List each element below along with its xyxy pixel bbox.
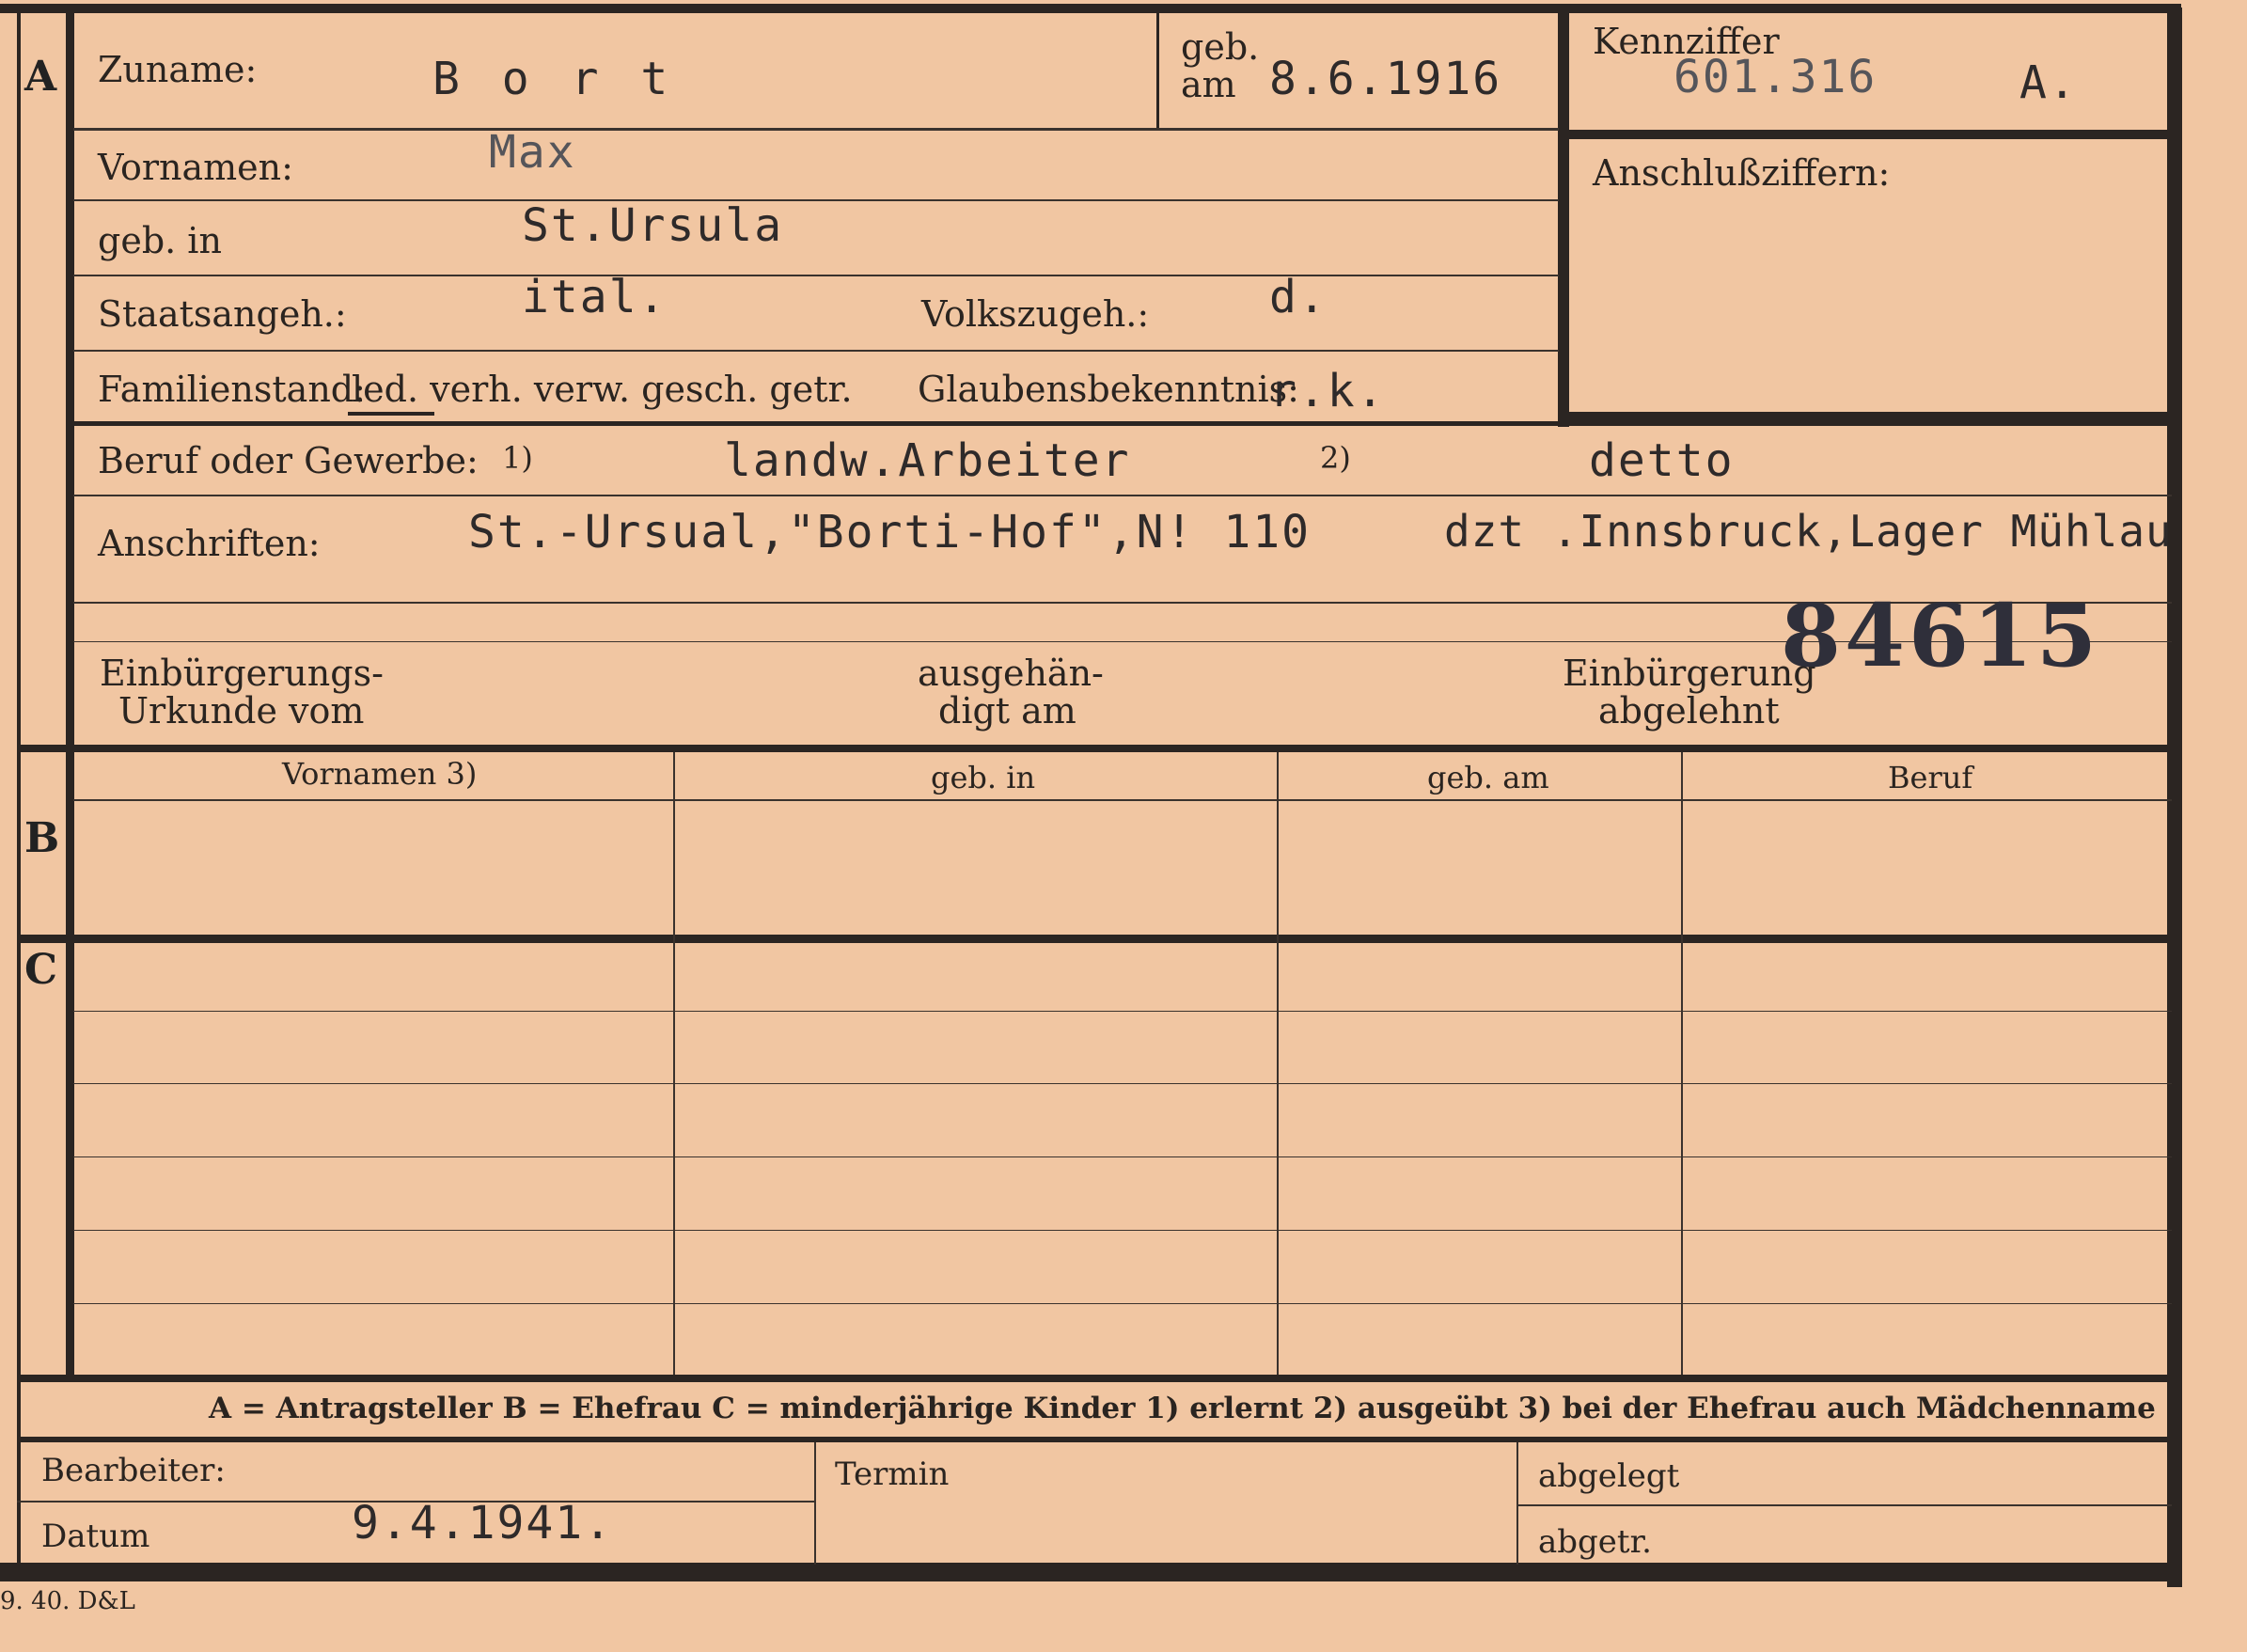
einb-label-1: Einbürgerungs- xyxy=(100,653,384,694)
right-border xyxy=(2167,8,2182,1587)
abgelehnt-label-1: Einbürgerung xyxy=(1563,653,1816,694)
footer-line xyxy=(1517,1504,2172,1506)
row-line xyxy=(73,128,1559,131)
col-divider xyxy=(673,752,675,1377)
row-line xyxy=(73,1230,2172,1231)
familien-led-underline xyxy=(348,412,434,416)
zuname-label: Zuname: xyxy=(98,49,258,90)
familien-label: Familienstand: xyxy=(98,369,366,410)
row-line xyxy=(73,1083,2172,1084)
table-header-line xyxy=(73,799,2172,801)
glauben-value: r.k. xyxy=(1269,365,1386,417)
footer-divider xyxy=(1516,1442,1518,1565)
abgetr-label: abgetr. xyxy=(1538,1523,1652,1561)
registration-card: A B C Zuname: B o r t geb. am 8.6.1916 K… xyxy=(0,0,2247,1652)
ausgeh-label-1: ausgehän- xyxy=(918,653,1104,694)
anschriften-value1: St.-Ursual,"Borti-Hof",N! 110 xyxy=(468,506,1312,559)
legend-text: A = Antragsteller B = Ehefrau C = minder… xyxy=(209,1392,2156,1425)
section-c-top-line xyxy=(17,935,2172,943)
col-divider xyxy=(1681,752,1683,1377)
datum-value: 9.4.1941. xyxy=(352,1497,614,1550)
row-line xyxy=(73,199,1559,201)
legend-bottom-line xyxy=(17,1437,2172,1442)
col-header-gebin: geb. in xyxy=(931,760,1036,795)
geb-divider xyxy=(1156,13,1159,128)
section-divider-vertical xyxy=(66,8,74,1380)
beruf-value2: detto xyxy=(1589,434,1735,487)
legend-top-line xyxy=(17,1375,2172,1382)
gebin-value: St.Ursula xyxy=(522,199,784,252)
vornamen-value: Max xyxy=(489,126,576,179)
footer-divider xyxy=(814,1442,816,1565)
beruf-label: Beruf oder Gewerbe: xyxy=(98,440,479,481)
termin-label: Termin xyxy=(835,1455,950,1493)
zuname-value: B o r t xyxy=(432,53,676,105)
gebin-label: geb. in xyxy=(98,220,222,261)
kennziffer-suffix: A. xyxy=(2019,56,2078,109)
einb-label-2: Urkunde vom xyxy=(118,690,365,732)
bottom-border xyxy=(0,1563,2181,1581)
print-code: 9. 40. D&L xyxy=(0,1587,135,1615)
familien-options: led. verh. verw. gesch. getr. xyxy=(352,369,853,410)
datum-label: Datum xyxy=(41,1518,150,1555)
top-border xyxy=(0,4,2181,13)
vornamen-label: Vornamen: xyxy=(98,147,293,188)
row-line xyxy=(73,1156,2172,1157)
beruf-value: landw.Arbeiter xyxy=(724,434,1131,487)
row-line xyxy=(73,275,1559,276)
bearbeiter-label: Bearbeiter: xyxy=(41,1452,226,1489)
row-line xyxy=(73,350,1559,352)
row-line xyxy=(73,495,2172,496)
staat-value: ital. xyxy=(522,271,668,323)
beruf-note1: 1) xyxy=(502,440,533,476)
left-border xyxy=(17,9,21,1570)
ausgeh-label-2: digt am xyxy=(938,690,1076,732)
kennziffer-bottom-line xyxy=(1565,130,2172,139)
col-divider xyxy=(1277,752,1279,1377)
anschluss-label: Anschlußziffern: xyxy=(1593,152,1891,194)
beruf-note2: 2) xyxy=(1320,440,1351,476)
volk-value: d. xyxy=(1269,271,1328,323)
col-header-gebam: geb. am xyxy=(1427,760,1549,795)
section-a-letter: A xyxy=(24,53,57,101)
stamp-number: 84615 xyxy=(1781,585,2101,686)
abgelehnt-label-2: abgelehnt xyxy=(1598,690,1780,732)
kennziffer-divider xyxy=(1558,13,1569,427)
geb-value: 8.6.1916 xyxy=(1269,53,1502,105)
section-c-letter: C xyxy=(24,946,58,994)
staat-label: Staatsangeh.: xyxy=(98,293,347,335)
volk-label: Volkszugeh.: xyxy=(921,293,1150,335)
kennziffer-value: 601.316 xyxy=(1673,51,1878,103)
abgelegt-label: abgelegt xyxy=(1538,1457,1680,1495)
col-header-vornamen: Vornamen 3) xyxy=(282,756,478,792)
am-label: am xyxy=(1181,64,1236,105)
row-line xyxy=(73,1011,2172,1012)
section-b-top-line xyxy=(17,745,2172,752)
col-header-beruf: Beruf xyxy=(1888,760,1973,795)
glauben-label: Glaubensbekenntnis: xyxy=(918,369,1299,410)
anschriften-label: Anschriften: xyxy=(98,523,321,564)
section-b-letter: B xyxy=(24,814,60,862)
anschriften-value2: dzt .Innsbruck,Lager Mühlau xyxy=(1444,506,2173,557)
row-line xyxy=(73,1303,2172,1304)
row-line xyxy=(73,421,2172,426)
geb-label: geb. xyxy=(1181,26,1260,68)
